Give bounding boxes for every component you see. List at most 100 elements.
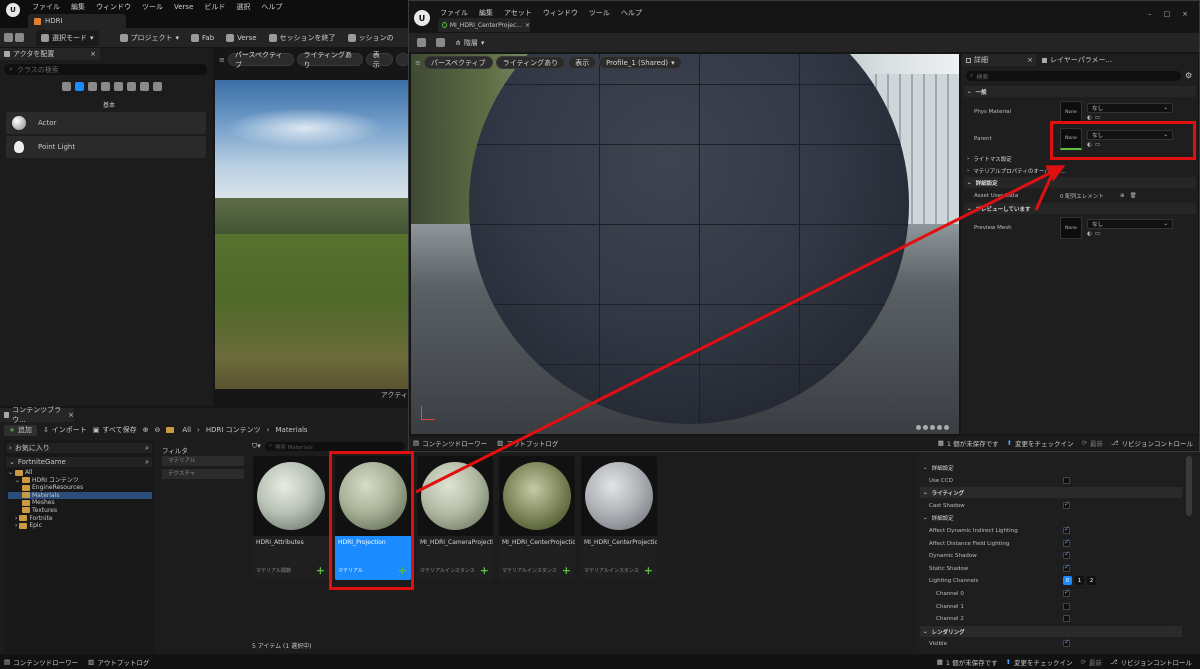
show-button[interactable]: 表示 [568, 56, 597, 69]
delete-icon[interactable]: 🗑 [1130, 193, 1137, 199]
hierarchy-button[interactable]: ⋔ 階層 ▾ [455, 38, 484, 48]
content-drawer-button[interactable]: ▤ コンテンツドローワー [4, 657, 78, 667]
back-icon[interactable]: ⊕ [143, 426, 149, 434]
cube-shape-icon[interactable] [937, 425, 942, 430]
revision-button[interactable]: ⎇ リビジョンコントロール [1110, 657, 1192, 667]
breadcrumb-hdri[interactable]: HDRI コンテンツ [206, 425, 261, 435]
property-checkbox[interactable] [1063, 563, 1070, 573]
actor-item[interactable]: Actor [6, 112, 206, 134]
asset-tile[interactable]: MI_HDRI_CenterProjectionT マテリアルインスタンス + [581, 456, 657, 580]
details-settings-icon[interactable]: ⚙ [1185, 71, 1192, 80]
close-icon[interactable]: × [68, 411, 74, 419]
unsaved-button[interactable]: ▦ 1 個が未保存です [937, 657, 998, 667]
all-classes-icon[interactable] [153, 82, 162, 91]
details-search-input[interactable]: ⌕ 検索 [966, 71, 1181, 81]
lower-details-scrollbar[interactable] [1186, 456, 1192, 516]
show-button[interactable]: 表示 [365, 51, 393, 69]
cinematic-icon[interactable] [101, 82, 110, 91]
browse-icon[interactable] [436, 38, 445, 47]
unsaved-button[interactable]: ▦ 1 個が未保存です [938, 438, 999, 448]
menu-item[interactable]: ビルド [204, 2, 225, 12]
session-button[interactable]: ッションの [343, 30, 399, 46]
property-checkbox[interactable] [1063, 525, 1070, 535]
recent-icon[interactable] [62, 82, 71, 91]
asset-tile[interactable]: HDRI_Attributes マテリアル関数 + [253, 456, 329, 580]
point-light-item[interactable]: Point Light [6, 136, 206, 158]
asset-tile[interactable]: MI_HDRI_CameraProjection マテリアルインスタンス + [417, 456, 493, 580]
add-element-icon[interactable]: ⊕ [1120, 193, 1125, 199]
lighting-channel-button[interactable]: 2 [1087, 576, 1096, 586]
mesh-shape-icon[interactable] [944, 425, 949, 430]
lighting-channel-button[interactable]: 0 [1063, 576, 1072, 586]
menu-item[interactable]: 選択 [236, 2, 250, 12]
select-mode-button[interactable]: 選択モード ▾ [36, 29, 99, 46]
perspective-button[interactable]: パースペクティブ [423, 56, 493, 69]
import-button[interactable]: ⇩ インポート [43, 425, 87, 435]
folder-tree-item[interactable]: ⌄ All [8, 469, 152, 477]
output-log-button[interactable]: ▥ アウトプットログ [88, 657, 149, 667]
volumes-icon[interactable] [127, 82, 136, 91]
browse-folder-icon[interactable]: ▭ [1095, 231, 1100, 237]
property-checkbox[interactable] [1063, 603, 1070, 611]
property-checkbox[interactable] [1063, 538, 1070, 548]
override-section-header[interactable]: › マテリアルプロパティのオーバーラ... [964, 165, 1196, 176]
perspective-button[interactable]: パースペクティブ [227, 51, 294, 69]
menu-item[interactable]: 編集 [71, 2, 85, 12]
cylinder-shape-icon[interactable] [923, 425, 928, 430]
minimize-icon[interactable]: – [1148, 10, 1152, 18]
menu-item[interactable]: ツール [142, 2, 163, 12]
menu-item[interactable]: ウィンドウ [543, 8, 578, 18]
close-icon[interactable]: × [90, 50, 96, 58]
forward-icon[interactable]: ⊖ [154, 426, 160, 434]
material-editor-tab[interactable]: MI_HDRI_CenterProjec... × [438, 18, 530, 32]
save-icon[interactable] [417, 38, 426, 47]
material-viewport[interactable]: ≡ パースペクティブ ライティングあり 表示 Profile_1 (Shared… [411, 54, 959, 434]
main-viewport[interactable]: ≡ パースペクティブ ライティングあり 表示 アクティ [215, 48, 410, 406]
folder-tree-item[interactable]: Textures [8, 507, 152, 515]
shapes-icon[interactable] [140, 82, 149, 91]
menu-item[interactable]: ヘルプ [261, 2, 282, 12]
folder-tree-item[interactable]: › Fortnite [8, 515, 152, 523]
output-log-button[interactable]: ▥ アウトプットログ [497, 438, 558, 448]
favorites-header[interactable]: › お気に入り ⌕ [6, 443, 152, 453]
details-section-header[interactable]: ⌄ レンダリング [920, 626, 1182, 637]
save-all-button[interactable]: ▣ すべて保存 [93, 425, 137, 435]
check-in-button[interactable]: ⬆ 変更をチェックイン [1007, 438, 1074, 448]
end-session-button[interactable]: セッションを終了 [264, 30, 341, 46]
property-checkbox[interactable] [1063, 615, 1070, 623]
close-icon[interactable]: × [1027, 56, 1033, 64]
latest-button[interactable]: ⟳ 最新 [1081, 657, 1102, 667]
sphere-shape-icon[interactable] [916, 425, 921, 430]
plane-shape-icon[interactable] [930, 425, 935, 430]
actor-search-input[interactable]: ⌕ クラスの検索 [4, 64, 207, 75]
place-actors-tab[interactable]: アクタを配置 × [0, 48, 100, 60]
advanced-section-header[interactable]: ⌄ 詳細設定 [964, 177, 1196, 188]
filter-material[interactable]: マテリアル [162, 456, 244, 466]
content-drawer-button[interactable]: ▤ コンテンツドローワー [413, 438, 487, 448]
viewport-menu-icon[interactable]: ≡ [219, 56, 225, 64]
menu-item[interactable]: ヘルプ [621, 8, 642, 18]
verse-button[interactable]: Verse [221, 30, 261, 46]
search-icon[interactable]: ⌕ [145, 458, 149, 467]
details-section-header[interactable]: ⌄ ライティング [920, 487, 1182, 498]
add-button[interactable]: + 追加 [4, 424, 37, 436]
project-button[interactable]: プロジェクト ▾ [115, 30, 185, 46]
property-checkbox[interactable] [1063, 477, 1070, 485]
visual-icon[interactable] [114, 82, 123, 91]
filter-texture[interactable]: テクスチャ [162, 469, 244, 479]
basic-icon[interactable] [75, 82, 84, 91]
check-in-button[interactable]: ⬆ 変更をチェックイン [1006, 657, 1073, 667]
details-section-header[interactable]: ⌄ 詳細設定 [920, 512, 1182, 523]
folder-tree-item[interactable]: EngineResources [8, 484, 152, 492]
asset-search-input[interactable]: ⌕ 検索 Materials [264, 442, 405, 451]
menu-item[interactable]: ファイル [440, 8, 468, 18]
property-checkbox[interactable] [1063, 638, 1070, 648]
menu-item[interactable]: ファイル [32, 2, 60, 12]
menu-item[interactable]: ウィンドウ [96, 2, 131, 12]
asset-tile[interactable]: MI_HDRI_CenterProjection マテリアルインスタンス + [499, 456, 575, 580]
folder-tree-item[interactable]: ⌄ HDRI コンテンツ [8, 477, 152, 485]
viewport-menu-icon[interactable]: ≡ [415, 59, 421, 67]
property-checkbox[interactable] [1063, 588, 1070, 598]
project-header[interactable]: ⌄ FortniteGame ⌕ [6, 457, 152, 467]
details-tab[interactable]: 詳細 × [962, 54, 1036, 66]
